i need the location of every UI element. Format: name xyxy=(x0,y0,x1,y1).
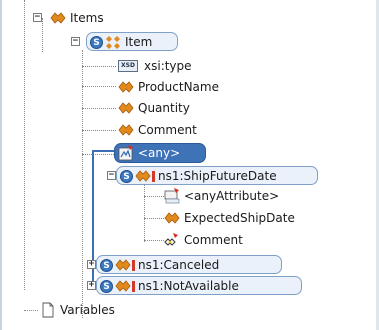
element-diamond-icon xyxy=(118,79,134,95)
tree-branch-xsitype xyxy=(82,66,116,67)
document-icon xyxy=(40,302,56,318)
tree-guide-items xyxy=(42,18,43,52)
node-label: <anyAttribute> xyxy=(184,189,280,203)
tree-node-item[interactable]: S Item xyxy=(90,32,152,52)
expand-toggle-notavailable[interactable]: + xyxy=(87,281,96,290)
node-label: Quantity xyxy=(138,101,190,115)
element-diamond-icon xyxy=(50,10,66,26)
tree-node-shipfuturedate[interactable]: S ns1:ShipFutureDate xyxy=(120,166,277,186)
panel-left-edge xyxy=(0,0,2,330)
node-label: ns1:Canceled xyxy=(138,258,220,272)
tree-branch-comment2 xyxy=(144,240,164,241)
tree-node-productname[interactable]: ProductName xyxy=(118,77,219,97)
node-label: ProductName xyxy=(138,80,219,94)
required-marker-icon xyxy=(132,280,135,292)
required-marker-icon xyxy=(152,170,155,182)
tree-node-variables[interactable]: Variables xyxy=(40,300,115,320)
schema-icon: S xyxy=(100,258,113,272)
element-diamond-icon xyxy=(115,257,131,273)
complex-type-icon xyxy=(105,34,121,50)
collapse-toggle-shipfuturedate[interactable]: − xyxy=(107,171,116,180)
schema-icon: S xyxy=(90,35,103,49)
any-attribute-icon xyxy=(164,188,180,204)
highlight-bracket-top xyxy=(92,150,114,152)
tree-node-quantity[interactable]: Quantity xyxy=(118,98,190,118)
element-diamond-icon xyxy=(164,232,180,248)
tree-node-xsi-type[interactable]: XSD xsi:type xyxy=(118,56,192,76)
schema-icon: S xyxy=(100,279,113,293)
expand-toggle-canceled[interactable]: + xyxy=(87,260,96,269)
collapse-toggle-items[interactable]: − xyxy=(33,13,42,22)
element-diamond-icon xyxy=(164,210,180,226)
node-label: Item xyxy=(125,35,153,49)
tree-node-notavailable[interactable]: S ns1:NotAvailable xyxy=(100,276,239,296)
node-label: ExpectedShipDate xyxy=(184,211,295,225)
tree-node-items[interactable]: Items xyxy=(50,8,104,28)
tree-guide-shipfuturedate xyxy=(144,180,145,242)
tree-guide-item xyxy=(82,50,83,318)
tree-guide-root xyxy=(24,0,25,290)
node-label: ns1:NotAvailable xyxy=(138,279,239,293)
element-diamond-icon xyxy=(115,278,131,294)
element-diamond-icon xyxy=(118,100,134,116)
tree-branch-comment xyxy=(82,130,116,131)
tree-branch-any xyxy=(82,154,116,155)
node-label: Comment xyxy=(138,123,197,137)
tree-branch-quantity xyxy=(82,108,116,109)
tree-node-any[interactable]: <any> xyxy=(118,143,180,163)
required-marker-icon xyxy=(132,259,135,271)
tree-branch-productname xyxy=(82,86,116,87)
node-label: xsi:type xyxy=(144,59,192,73)
tree-branch-variables xyxy=(24,310,38,311)
tree-node-expectedshipdate[interactable]: ExpectedShipDate xyxy=(164,208,295,228)
node-label: Items xyxy=(70,11,104,25)
element-diamond-icon xyxy=(118,122,134,138)
tree-branch-anyattribute xyxy=(144,196,164,197)
node-label: ns1:ShipFutureDate xyxy=(158,169,277,183)
tree-branch-expectedshipdate xyxy=(144,218,164,219)
tree-node-comment[interactable]: Comment xyxy=(118,120,197,140)
tree-view-panel: − Items − S Item XSD xsi:type ProductNam… xyxy=(0,0,379,330)
tree-node-canceled[interactable]: S ns1:Canceled xyxy=(100,255,219,275)
element-diamond-icon xyxy=(135,168,151,184)
node-label: Comment xyxy=(184,233,243,247)
tree-node-comment-inner[interactable]: Comment xyxy=(164,230,243,250)
node-label: <any> xyxy=(138,146,181,160)
xsd-attribute-icon: XSD xyxy=(118,60,138,72)
tree-node-anyattribute[interactable]: <anyAttribute> xyxy=(164,186,279,206)
schema-icon: S xyxy=(120,169,133,183)
collapse-toggle-item[interactable]: − xyxy=(71,37,80,46)
node-label: Variables xyxy=(60,303,115,317)
any-wildcard-icon xyxy=(118,145,134,161)
